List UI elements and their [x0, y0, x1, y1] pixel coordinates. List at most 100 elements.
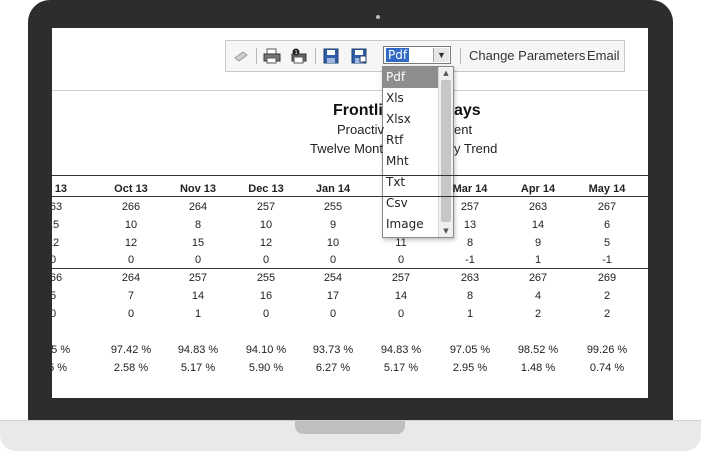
column-header: Jan 14: [315, 183, 351, 195]
table-cell: 16: [259, 290, 273, 302]
table-cell: 269: [597, 272, 617, 284]
table-cell: 97.05 %: [449, 344, 491, 356]
table-cell: 99.26 %: [586, 344, 628, 356]
scroll-up-icon[interactable]: ▲: [439, 67, 453, 79]
table-cell: 94.10 %: [245, 344, 287, 356]
table-cell: 12: [52, 237, 60, 249]
toolbar-separator: [460, 48, 461, 64]
table-cell: 263: [460, 272, 480, 284]
column-header: Oct 13: [114, 183, 148, 195]
table-rule-top: [52, 175, 648, 176]
format-option-pdf[interactable]: Pdf: [383, 67, 440, 88]
column-header: Mar 14: [452, 183, 488, 195]
report-subtitle-right: ent: [454, 122, 473, 137]
table-cell: 0: [397, 308, 405, 320]
table-cell: 17: [326, 290, 340, 302]
table-cell: 5.90 %: [248, 362, 284, 374]
table-cell: 1: [466, 308, 474, 320]
report-viewer-screen: 1 Pdf ▼ Change Parameters Email Pdf Xls …: [52, 28, 648, 398]
table-cell: 257: [391, 272, 411, 284]
svg-text:1: 1: [295, 50, 298, 56]
column-header: Apr 14: [520, 183, 556, 195]
table-cell: 14: [531, 219, 545, 231]
format-option-rtf[interactable]: Rtf: [383, 130, 440, 151]
column-header: May 14: [588, 183, 626, 195]
chevron-down-icon[interactable]: ▼: [433, 48, 449, 62]
format-option-xlsx[interactable]: Xlsx: [383, 109, 440, 130]
table-cell: 98.52 %: [517, 344, 559, 356]
table-cell: 2: [603, 290, 611, 302]
print-preview-icon[interactable]: 1: [290, 47, 308, 65]
save-icon[interactable]: [322, 47, 340, 65]
report-title-left: Frontli: [333, 102, 383, 119]
table-cell: 2.58 %: [113, 362, 149, 374]
email-button[interactable]: Email: [587, 48, 620, 63]
table-cell: 8: [466, 290, 474, 302]
refresh-icon[interactable]: [232, 47, 250, 65]
table-cell: 254: [323, 272, 343, 284]
table-cell: 266: [52, 272, 63, 284]
table-rule-header: [52, 196, 648, 197]
table-cell: 0: [397, 254, 405, 266]
change-parameters-button[interactable]: Change Parameters: [469, 48, 585, 63]
toolbar-separator: [315, 48, 316, 64]
table-cell: 97.42 %: [110, 344, 152, 356]
table-cell: 0: [329, 308, 337, 320]
table-cell: 0: [52, 308, 57, 320]
table-cell: -1: [465, 254, 475, 266]
toolbar-area: 1 Pdf ▼ Change Parameters Email: [52, 28, 648, 91]
table-cell: 6.27 %: [315, 362, 351, 374]
format-option-mht[interactable]: Mht: [383, 151, 440, 172]
save-as-icon[interactable]: [350, 47, 368, 65]
table-cell: 267: [528, 272, 548, 284]
table-cell: 2.95 %: [452, 362, 488, 374]
table-cell: 11: [395, 237, 407, 249]
column-header: Nov 13: [179, 183, 217, 195]
table-cell: 14: [191, 290, 205, 302]
table-cell: 5.17 %: [180, 362, 216, 374]
table-cell: 94.83 %: [380, 344, 422, 356]
table-cell: 263: [52, 201, 63, 213]
table-cell: 12: [124, 237, 138, 249]
table-cell: 0: [194, 254, 202, 266]
table-cell: 9: [329, 219, 337, 231]
table-cell: 12: [259, 237, 273, 249]
table-cell: 0: [127, 308, 135, 320]
table-cell: 264: [188, 201, 208, 213]
table-cell: 263: [528, 201, 548, 213]
export-format-value: Pdf: [386, 48, 410, 62]
table-cell: 94.83 %: [177, 344, 219, 356]
table-cell: 0: [52, 254, 57, 266]
format-option-image[interactable]: Image: [383, 214, 440, 235]
report-subtitle2-right: y Trend: [454, 141, 498, 156]
format-option-xls[interactable]: Xls: [383, 88, 440, 109]
camera-icon: [376, 15, 380, 19]
table-cell: 264: [121, 272, 141, 284]
table-cell: 5: [52, 290, 57, 302]
print-icon[interactable]: [263, 47, 281, 65]
table-cell: 8: [194, 219, 202, 231]
table-cell: 267: [597, 201, 617, 213]
table-cell: 255: [256, 272, 276, 284]
table-cell: 10: [259, 219, 273, 231]
table-cell: 93.73 %: [312, 344, 354, 356]
table-cell: 266: [121, 201, 141, 213]
table-cell: -1: [602, 254, 612, 266]
table-cell: 1.48 %: [520, 362, 556, 374]
table-cell: 8: [466, 237, 474, 249]
table-cell: 255: [323, 201, 343, 213]
table-cell: 14: [394, 290, 408, 302]
table-cell: 10: [124, 219, 138, 231]
column-header: Dec 13: [248, 183, 284, 195]
table-cell: 0: [127, 254, 135, 266]
report-subtitle-left: Proactiv: [337, 122, 384, 137]
laptop-notch: [295, 421, 405, 434]
table-cell: 10: [326, 237, 340, 249]
export-format-select[interactable]: Pdf ▼: [383, 46, 451, 64]
table-cell: 0: [262, 254, 270, 266]
table-cell: 5.17 %: [383, 362, 419, 374]
table-cell: 7: [127, 290, 135, 302]
column-header: ep 13: [52, 183, 68, 195]
table-cell: 15: [191, 237, 205, 249]
table-cell: 5: [603, 237, 611, 249]
